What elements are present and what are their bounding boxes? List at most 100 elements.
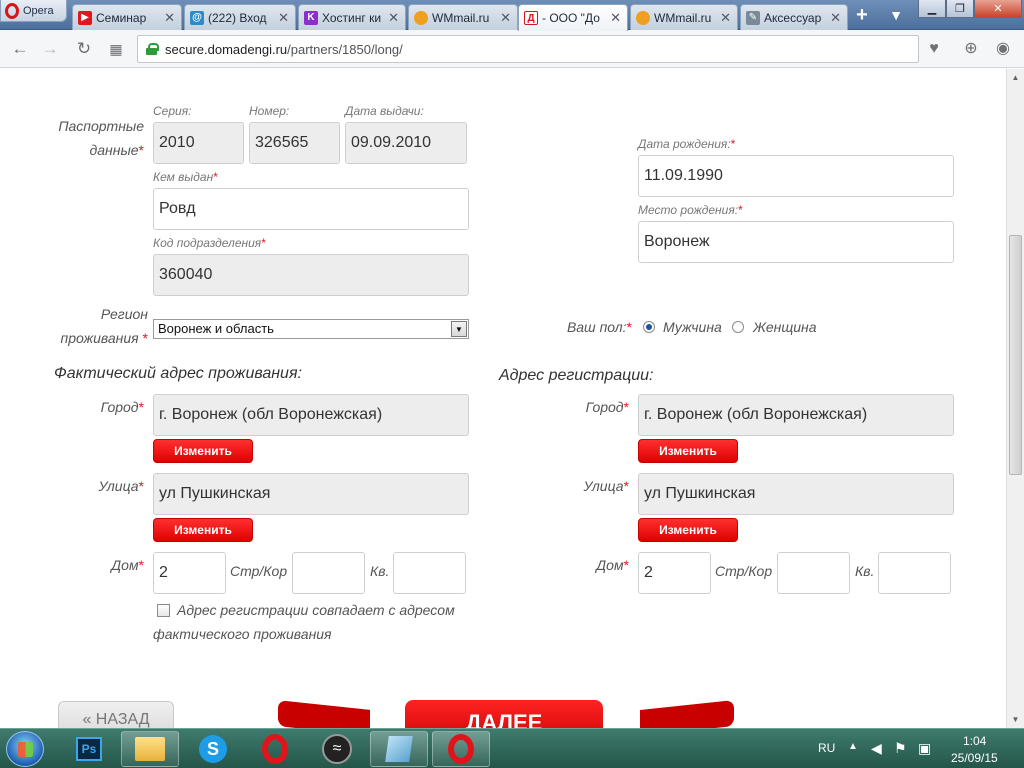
registration-city-input[interactable]: г. Воронеж (обл Воронежская) <box>638 394 954 436</box>
passport-number-input[interactable]: 326565 <box>249 122 340 164</box>
taskbar-opera[interactable] <box>246 731 304 767</box>
taskbar-app[interactable]: ≈ <box>308 731 366 767</box>
close-window-button[interactable]: ✕ <box>974 0 1022 18</box>
division-code-input[interactable]: 360040 <box>153 254 469 296</box>
gender-male-label: Мужчина <box>663 319 722 335</box>
close-tab-icon[interactable]: ✕ <box>388 10 399 26</box>
registration-house-label: Дом* <box>596 557 629 573</box>
browser-tab[interactable]: WMmail.ru ✕ <box>408 4 518 30</box>
registration-house-input[interactable]: 2 <box>638 552 711 594</box>
back-arrow-icon[interactable]: ← <box>10 39 30 59</box>
close-tab-icon[interactable]: ✕ <box>830 10 841 26</box>
chevron-down-icon: ▼ <box>451 321 467 337</box>
taskbar-skype[interactable]: S <box>184 731 242 767</box>
region-select[interactable]: Воронеж и область ▼ <box>153 319 469 339</box>
clock-time[interactable]: 1:04 <box>963 734 986 748</box>
start-button[interactable] <box>6 731 44 767</box>
gender-male-radio[interactable] <box>643 321 655 333</box>
hosting-k-icon: K <box>304 10 318 25</box>
actual-apt-input[interactable] <box>393 552 466 594</box>
address-bar[interactable]: secure.domadengi.ru/partners/1850/long/ <box>137 35 919 63</box>
reload-icon[interactable]: ↻ <box>74 39 94 59</box>
speed-dial-grid-icon[interactable]: ▦ <box>106 39 126 59</box>
back-button[interactable]: « НАЗАД <box>58 701 174 728</box>
close-tab-icon[interactable]: ✕ <box>610 10 621 26</box>
network-icon[interactable]: ▣ <box>918 740 931 757</box>
scrollbar-thumb[interactable] <box>1009 235 1022 475</box>
registration-building-input[interactable] <box>777 552 850 594</box>
actual-house-input[interactable]: 2 <box>153 552 226 594</box>
mail-at-icon: @ <box>190 10 204 25</box>
language-indicator[interactable]: RU <box>818 741 835 755</box>
next-button[interactable]: ДАЛЕЕ <box>405 700 603 728</box>
registration-city-label: Город* <box>585 399 629 415</box>
gender-female-radio[interactable] <box>732 321 744 333</box>
actual-city-change-button[interactable]: Изменить <box>153 439 253 463</box>
browser-tab[interactable]: WMmail.ru ✕ <box>630 4 738 30</box>
page-scrollbar[interactable]: ▲ ▼ <box>1006 69 1024 728</box>
close-tab-icon[interactable]: ✕ <box>500 10 511 26</box>
close-tab-icon[interactable]: ✕ <box>278 10 289 26</box>
bookmark-heart-icon[interactable]: ♥ <box>924 39 944 59</box>
actual-house-label: Дом* <box>111 557 144 573</box>
address-url: secure.domadengi.ru/partners/1850/long/ <box>165 41 403 57</box>
browser-tab-bar: Opera ▶ Семинар ✕ @ (222) Вход ✕ K Хости… <box>0 0 1024 31</box>
scroll-down-arrow-icon[interactable]: ▼ <box>1007 711 1024 728</box>
new-tab-button[interactable]: + <box>852 5 872 26</box>
registration-address-title: Адрес регистрации: <box>499 367 654 384</box>
number-label: Номер: <box>249 104 290 118</box>
tray-expand-icon[interactable]: ▲ <box>848 741 858 752</box>
issue-date-label: Дата выдачи: <box>345 104 424 118</box>
maximize-button[interactable]: ❐ <box>946 0 974 18</box>
actual-street-label: Улица* <box>98 478 144 494</box>
app-circle-icon: ≈ <box>322 734 352 764</box>
birth-date-input[interactable]: 11.09.1990 <box>638 155 954 197</box>
region-label: Регион проживания * <box>60 306 149 346</box>
actual-street-input[interactable]: ул Пушкинская <box>153 473 469 515</box>
actual-city-label: Город* <box>100 399 144 415</box>
registration-street-input[interactable]: ул Пушкинская <box>638 473 954 515</box>
folder-icon <box>135 737 165 761</box>
issue-date-input[interactable]: 09.09.2010 <box>345 122 467 164</box>
birth-date-label: Дата рождения:* <box>638 137 736 151</box>
issued-by-input[interactable]: Ровд <box>153 188 469 230</box>
browser-tab[interactable]: ✎ Аксессуар ✕ <box>740 4 848 30</box>
birth-place-input[interactable]: Воронеж <box>638 221 954 263</box>
registration-city-change-button[interactable]: Изменить <box>638 439 738 463</box>
volume-icon[interactable]: ◀ <box>871 740 882 757</box>
browser-tab[interactable]: @ (222) Вход ✕ <box>184 4 296 30</box>
wmmail-icon <box>414 10 428 25</box>
actual-street-change-button[interactable]: Изменить <box>153 518 253 542</box>
download-icon[interactable]: ⊕ <box>961 39 981 59</box>
browser-tab-active[interactable]: Д - ООО "До ✕ <box>518 4 628 31</box>
series-label: Серия: <box>153 104 192 118</box>
passport-series-input[interactable]: 2010 <box>153 122 244 164</box>
taskbar-notepad[interactable] <box>370 731 428 767</box>
tab-menu-icon[interactable]: ▼ <box>885 7 907 25</box>
opera-menu-button[interactable]: Opera <box>0 0 67 22</box>
registration-street-change-button[interactable]: Изменить <box>638 518 738 542</box>
gender-label: Ваш пол:* <box>566 319 632 335</box>
browser-tab[interactable]: ▶ Семинар ✕ <box>72 4 182 30</box>
action-center-flag-icon[interactable]: ⚑ <box>894 740 907 757</box>
close-tab-icon[interactable]: ✕ <box>720 10 731 26</box>
account-icon[interactable]: ◉ <box>993 39 1013 59</box>
forward-arrow-icon[interactable]: → <box>40 39 60 59</box>
registration-apt-label: Кв. <box>855 563 875 579</box>
taskbar-photoshop[interactable]: Ps <box>60 731 118 767</box>
clock-date[interactable]: 25/09/15 <box>951 751 998 765</box>
accessory-icon: ✎ <box>746 10 760 25</box>
actual-building-label: Стр/Кор <box>230 563 288 579</box>
actual-building-input[interactable] <box>292 552 365 594</box>
taskbar-opera-active[interactable] <box>432 731 490 767</box>
close-tab-icon[interactable]: ✕ <box>164 10 175 26</box>
taskbar-explorer[interactable] <box>121 731 179 767</box>
registration-apt-input[interactable] <box>878 552 951 594</box>
division-code-label: Код подразделения* <box>153 236 266 250</box>
minimize-button[interactable]: ▁ <box>918 0 946 18</box>
region-select-value: Воронеж и область <box>158 321 274 336</box>
browser-toolbar: ← → ↻ ▦ secure.domadengi.ru/partners/185… <box>0 30 1024 68</box>
actual-city-input[interactable]: г. Воронеж (обл Воронежская) <box>153 394 469 436</box>
scroll-up-arrow-icon[interactable]: ▲ <box>1007 69 1024 86</box>
browser-tab[interactable]: K Хостинг ки ✕ <box>298 4 406 30</box>
